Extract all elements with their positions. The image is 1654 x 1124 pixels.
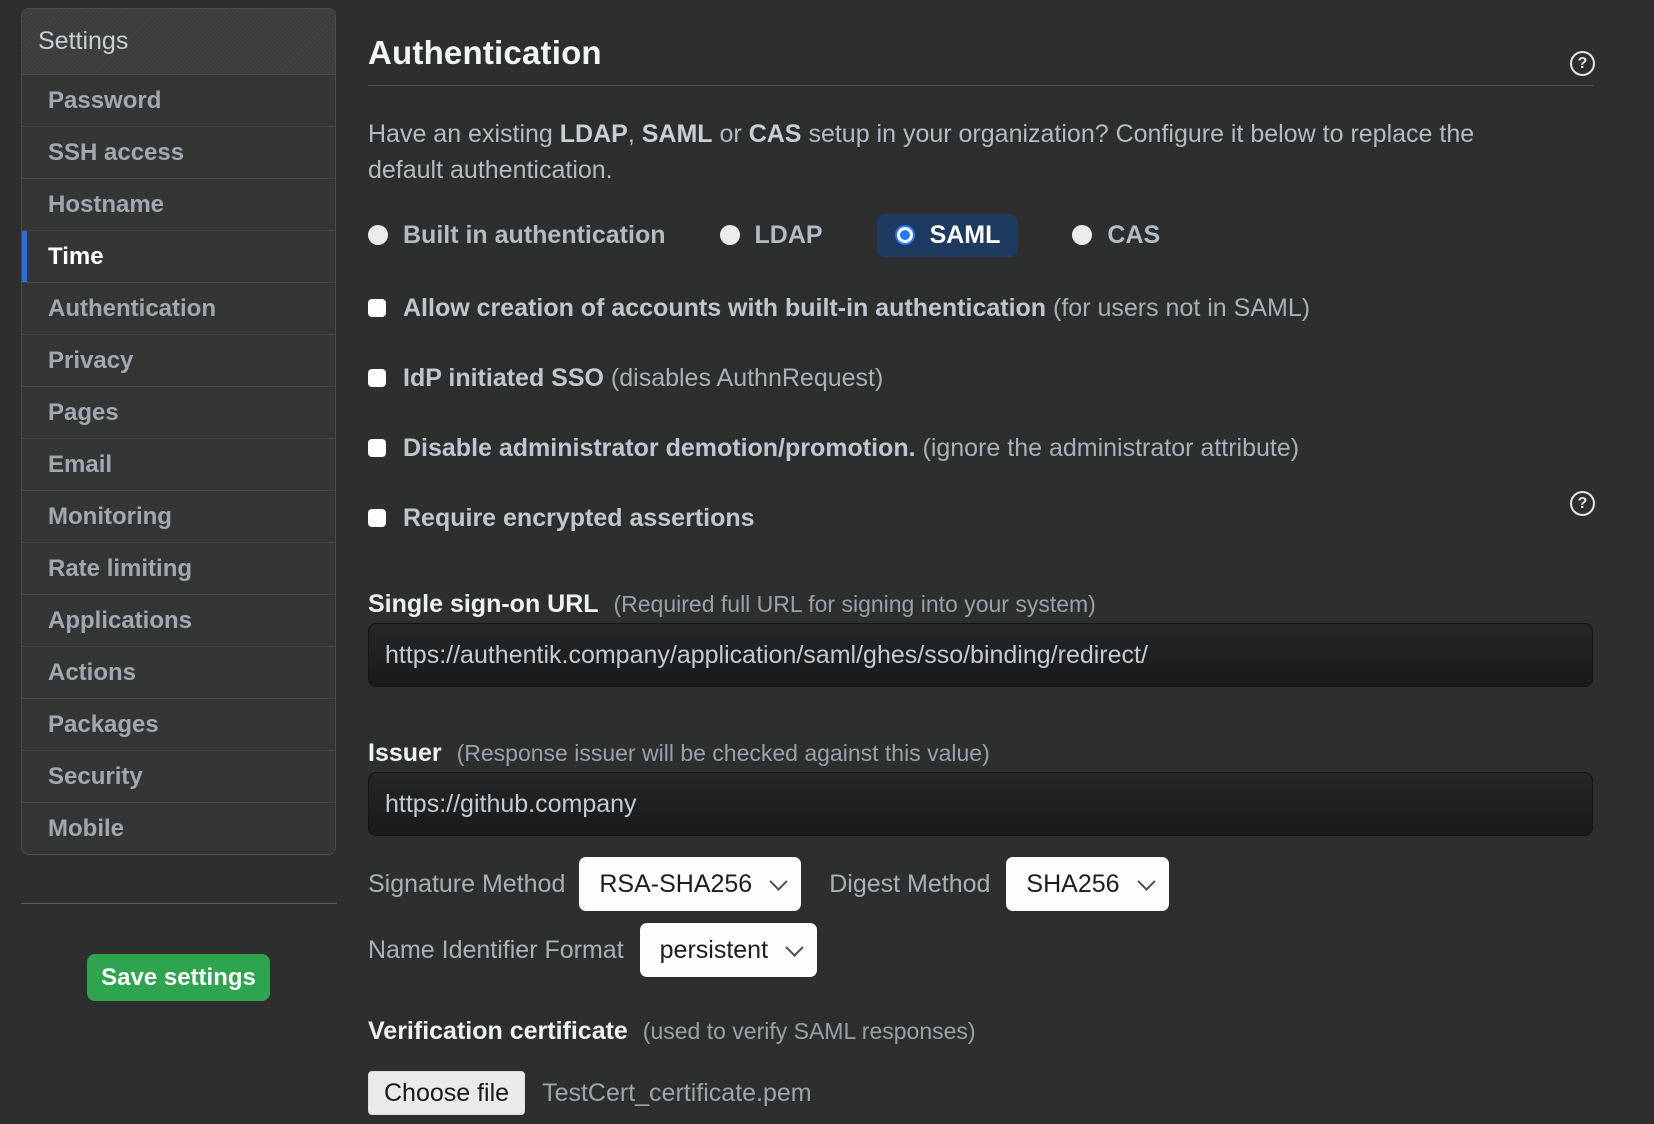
sso-url-input[interactable] xyxy=(368,623,1593,687)
signature-method-value: RSA-SHA256 xyxy=(599,870,752,899)
digest-method-value: SHA256 xyxy=(1026,870,1119,899)
sidebar-item-time[interactable]: Time xyxy=(22,231,335,283)
radio-unselected-icon xyxy=(720,225,740,245)
radio-unselected-icon xyxy=(368,225,388,245)
sidebar-item-security[interactable]: Security xyxy=(22,751,335,803)
checkbox-row-disable-administrator-demotion-promotion[interactable]: Disable administrator demotion/promotion… xyxy=(368,428,1593,468)
help-icon[interactable]: ? xyxy=(1570,51,1595,76)
radio-label: LDAP xyxy=(755,221,823,250)
checkbox-label-bold: Require encrypted assertions xyxy=(403,504,755,532)
sidebar-item-ssh-access[interactable]: SSH access xyxy=(22,127,335,179)
sso-url-note: (Required full URL for signing into your… xyxy=(614,591,1096,617)
checkbox-label-note: (ignore the administrator attribute) xyxy=(916,434,1300,462)
issuer-label-text: Issuer xyxy=(368,739,442,767)
sidebar-item-mobile[interactable]: Mobile xyxy=(22,803,335,854)
checkbox-label-bold: IdP initiated SSO xyxy=(403,364,604,392)
sidebar-item-actions[interactable]: Actions xyxy=(22,647,335,699)
checkbox-row-idp-initiated-sso[interactable]: IdP initiated SSO (disables AuthnRequest… xyxy=(368,358,1593,398)
issuer-label: Issuer (Response issuer will be checked … xyxy=(368,735,1593,771)
digest-method-select[interactable]: SHA256 xyxy=(1006,857,1168,911)
checkbox-label-note: (for users not in SAML) xyxy=(1046,294,1310,322)
sidebar-item-email[interactable]: Email xyxy=(22,439,335,491)
verification-certificate-label-text: Verification certificate xyxy=(368,1017,628,1045)
auth-options-checkbox-group: Allow creation of accounts with built-in… xyxy=(368,288,1593,538)
radio-label: Built in authentication xyxy=(403,221,666,250)
sso-url-label: Single sign-on URL (Required full URL fo… xyxy=(368,586,1593,622)
radio-saml[interactable]: SAML xyxy=(877,214,1019,257)
sidebar-item-hostname[interactable]: Hostname xyxy=(22,179,335,231)
checkbox-label: Require encrypted assertions xyxy=(403,504,755,533)
signature-method-label: Signature Method xyxy=(368,870,565,899)
sidebar-header: Settings xyxy=(22,9,335,75)
sidebar-item-monitoring[interactable]: Monitoring xyxy=(22,491,335,543)
radio-cas[interactable]: CAS xyxy=(1072,221,1160,250)
sidebar-item-packages[interactable]: Packages xyxy=(22,699,335,751)
checkbox-row-allow-creation-of-accounts-with-built-in-authentication[interactable]: Allow creation of accounts with built-in… xyxy=(368,288,1593,328)
chevron-down-icon xyxy=(1137,872,1155,890)
checkbox-label: IdP initiated SSO (disables AuthnRequest… xyxy=(403,364,883,393)
name-identifier-format-value: persistent xyxy=(660,936,768,965)
chevron-down-icon xyxy=(785,938,803,956)
authentication-panel: Authentication Have an existing LDAP, SA… xyxy=(368,0,1593,1115)
signature-method-select[interactable]: RSA-SHA256 xyxy=(579,857,801,911)
sidebar-save-divider xyxy=(21,903,337,904)
checkbox-label: Allow creation of accounts with built-in… xyxy=(403,294,1310,323)
sidebar-item-password[interactable]: Password xyxy=(22,75,335,127)
intro-bold-text: CAS xyxy=(749,120,802,148)
intro-plain-text: or xyxy=(713,120,749,148)
sidebar-item-rate-limiting[interactable]: Rate limiting xyxy=(22,543,335,595)
intro-bold-text: SAML xyxy=(642,120,713,148)
checkbox-label-bold: Disable administrator demotion/promotion… xyxy=(403,434,916,462)
sidebar-item-list: PasswordSSH accessHostnameTimeAuthentica… xyxy=(22,75,335,854)
chosen-file-name: TestCert_certificate.pem xyxy=(542,1079,812,1108)
title-divider xyxy=(368,85,1593,86)
name-identifier-format-select[interactable]: persistent xyxy=(640,923,817,977)
intro-plain-text: , xyxy=(628,120,642,148)
settings-sidebar: Settings PasswordSSH accessHostnameTimeA… xyxy=(21,8,336,855)
checkbox-unchecked-icon xyxy=(368,439,386,457)
checkbox-row-require-encrypted-assertions[interactable]: Require encrypted assertions xyxy=(368,498,1593,538)
choose-file-button[interactable]: Choose file xyxy=(368,1071,525,1115)
radio-ldap[interactable]: LDAP xyxy=(720,221,823,250)
verification-certificate-note: (used to verify SAML responses) xyxy=(643,1018,976,1044)
checkbox-label-bold: Allow creation of accounts with built-in… xyxy=(403,294,1046,322)
checkbox-unchecked-icon xyxy=(368,299,386,317)
checkbox-label: Disable administrator demotion/promotion… xyxy=(403,434,1299,463)
issuer-note: (Response issuer will be checked against… xyxy=(457,740,990,766)
checkbox-label-note: (disables AuthnRequest) xyxy=(604,364,883,392)
digest-method-label: Digest Method xyxy=(829,870,990,899)
help-icon[interactable]: ? xyxy=(1570,491,1595,516)
auth-method-radio-group: Built in authentication LDAP SAML CAS xyxy=(368,213,1593,257)
sidebar-item-authentication[interactable]: Authentication xyxy=(22,283,335,335)
page-title: Authentication xyxy=(368,34,1593,72)
intro-plain-text: Have an existing xyxy=(368,120,560,148)
verification-certificate-label: Verification certificate (used to verify… xyxy=(368,1013,1593,1049)
sidebar-item-privacy[interactable]: Privacy xyxy=(22,335,335,387)
chevron-down-icon xyxy=(770,872,788,890)
radio-built-in-authentication[interactable]: Built in authentication xyxy=(368,221,666,250)
sso-url-label-text: Single sign-on URL xyxy=(368,590,599,618)
sidebar-item-applications[interactable]: Applications xyxy=(22,595,335,647)
radio-unselected-icon xyxy=(1072,225,1092,245)
signature-digest-row: Signature Method RSA-SHA256 Digest Metho… xyxy=(368,856,1593,912)
radio-label: SAML xyxy=(930,221,1001,250)
name-identifier-row: Name Identifier Format persistent xyxy=(368,922,1593,978)
intro-bold-text: LDAP xyxy=(560,120,628,148)
radio-selected-icon xyxy=(897,227,913,243)
checkbox-unchecked-icon xyxy=(368,509,386,527)
radio-label: CAS xyxy=(1107,221,1160,250)
save-settings-button[interactable]: Save settings xyxy=(87,954,270,1001)
checkbox-unchecked-icon xyxy=(368,369,386,387)
intro-text: Have an existing LDAP, SAML or CAS setup… xyxy=(368,116,1493,188)
sidebar-item-pages[interactable]: Pages xyxy=(22,387,335,439)
name-identifier-format-label: Name Identifier Format xyxy=(368,936,624,965)
issuer-input[interactable] xyxy=(368,772,1593,836)
verification-certificate-file-row: Choose file TestCert_certificate.pem xyxy=(368,1071,1593,1115)
